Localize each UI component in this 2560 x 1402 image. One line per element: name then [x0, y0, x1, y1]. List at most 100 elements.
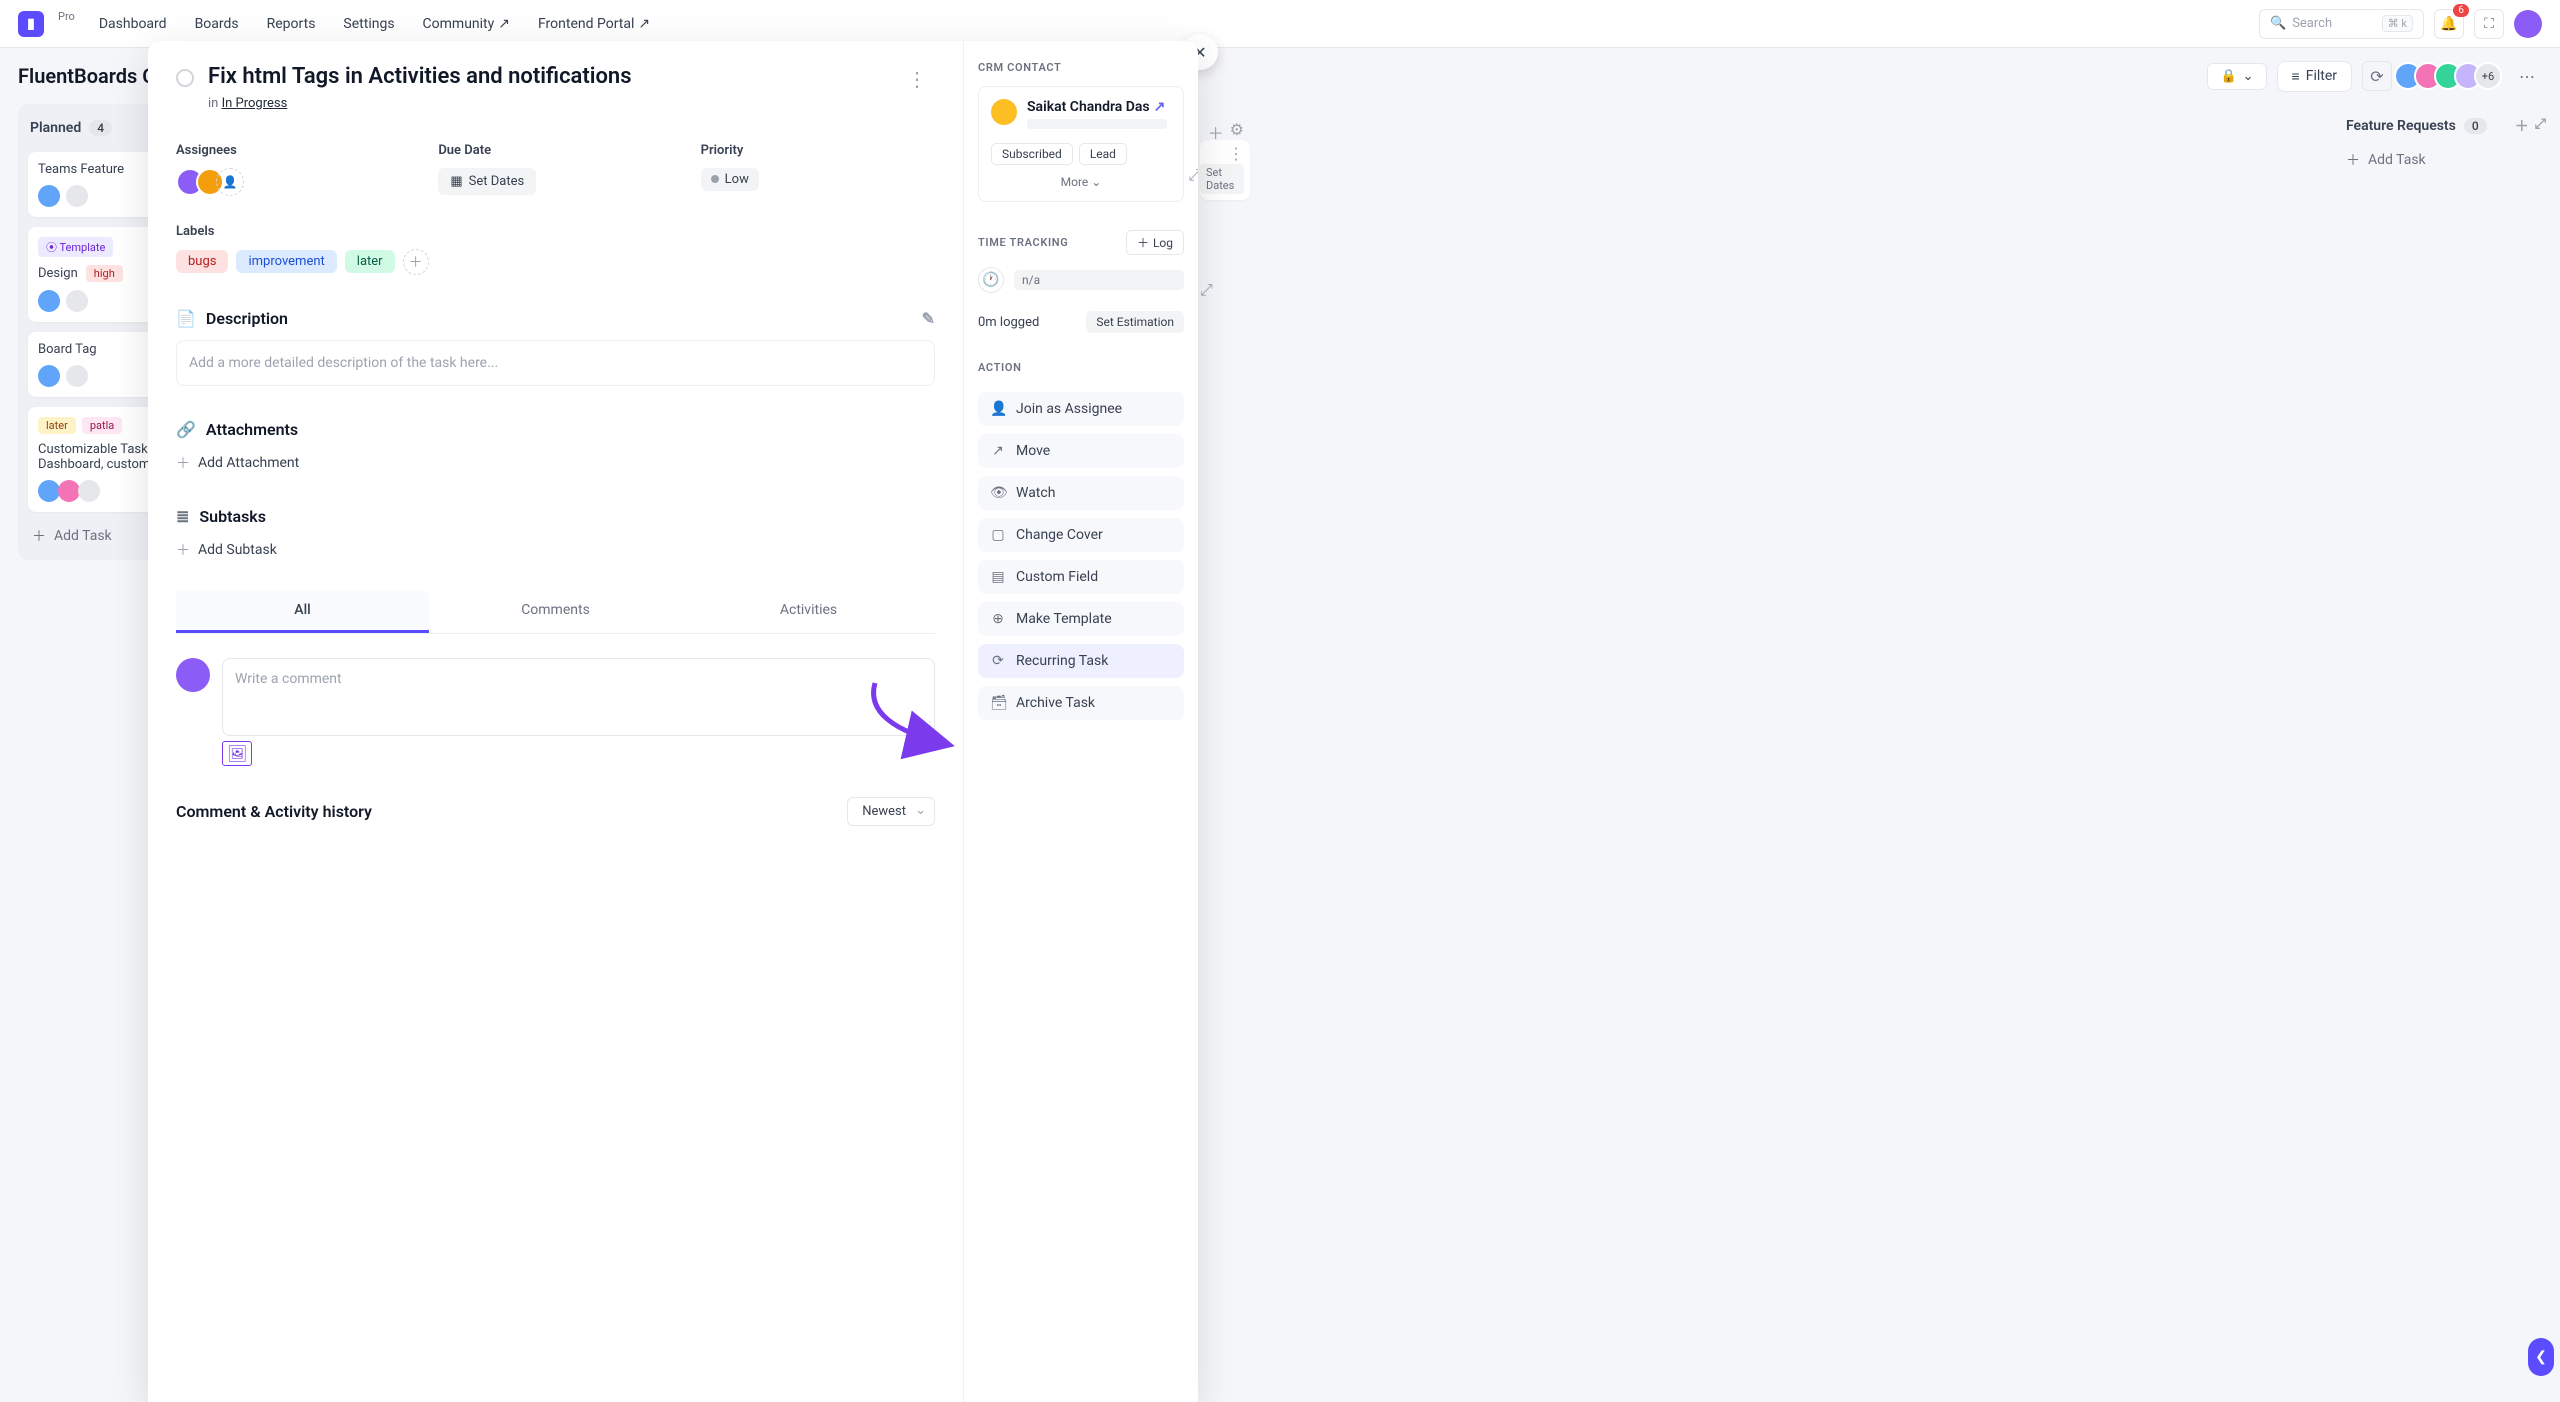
tab-all[interactable]: All [176, 590, 429, 633]
app-logo[interactable]: ▮ [18, 11, 44, 37]
more-menu-icon[interactable]: ⋯ [2512, 61, 2542, 91]
user-avatar[interactable] [2514, 10, 2542, 38]
add-subtask-button[interactable]: ＋Add Subtask [176, 540, 935, 560]
assignee-picker[interactable]: 👤 [176, 168, 410, 196]
nav-boards[interactable]: Boards [195, 16, 239, 32]
nav-community[interactable]: Community↗ [423, 16, 510, 32]
lock-icon: 🔒 [2220, 69, 2236, 84]
labels-label: Labels [176, 224, 935, 239]
refresh-icon[interactable]: ⟳ [2362, 61, 2392, 91]
tab-comments[interactable]: Comments [429, 590, 682, 633]
assignee-avatar [38, 365, 60, 387]
archive-icon: 🗃 [990, 695, 1006, 711]
search-placeholder: Search [2292, 16, 2332, 31]
help-fab[interactable]: ❮ [2528, 1338, 2554, 1376]
external-link-icon: ↗ [638, 16, 650, 32]
history-sort-select[interactable]: Newest [847, 797, 935, 826]
set-dates-mini[interactable]: Set Dates [1200, 164, 1244, 194]
column-count: 0 [2464, 118, 2487, 134]
board-visibility[interactable]: 🔒⌄ [2207, 63, 2266, 90]
image-icon: ▢ [990, 527, 1006, 543]
log-time-button[interactable]: ＋Log [1126, 230, 1184, 255]
edit-description-button[interactable]: ✎ [922, 309, 935, 328]
card-menu-icon[interactable]: ⋮ [1228, 144, 1244, 163]
member-stack[interactable]: +6 [2402, 62, 2502, 90]
card-title: Design [38, 266, 78, 281]
user-icon: 👤 [990, 401, 1006, 417]
action-custom-field[interactable]: ▤Custom Field [978, 560, 1184, 594]
help-icon: ❮ [2535, 1349, 2547, 1365]
description-input[interactable]: Add a more detailed description of the t… [176, 340, 935, 386]
assignee-avatar [66, 185, 88, 207]
action-change-cover[interactable]: ▢Change Cover [978, 518, 1184, 552]
action-watch[interactable]: 👁Watch [978, 476, 1184, 510]
add-assignee-button[interactable]: 👤 [216, 168, 244, 196]
action-make-template[interactable]: ⊕Make Template [978, 602, 1184, 636]
column-add-icon[interactable]: ＋ [2515, 116, 2529, 136]
task-more-menu[interactable]: ⋮ [899, 63, 935, 95]
assignee-avatar [38, 185, 60, 207]
subtasks-heading: Subtasks [199, 507, 266, 526]
contact-more-toggle[interactable]: More ⌄ [991, 175, 1171, 189]
eye-icon: 👁 [990, 485, 1006, 501]
search-input[interactable]: 🔍 Search ⌘ k [2259, 9, 2424, 39]
resize-handle-icon[interactable]: ⋰ [920, 719, 932, 733]
add-attachment-button[interactable]: ＋Add Attachment [176, 453, 935, 473]
in-label: in [208, 96, 218, 111]
expand-contact-icon[interactable]: ⤢ [1188, 165, 1198, 185]
plus-icon: ＋ [176, 453, 190, 473]
column-more-icon[interactable]: ⤢ [2535, 116, 2546, 136]
label-chip-later[interactable]: later [345, 250, 395, 273]
recurring-icon: ⟳ [990, 653, 1006, 669]
task-status-link[interactable]: In Progress [222, 96, 288, 111]
nav-settings[interactable]: Settings [343, 16, 394, 32]
contact-email-redacted [1027, 119, 1167, 129]
calendar-icon: ▦ [450, 174, 462, 189]
nav-reports[interactable]: Reports [267, 16, 316, 32]
set-dates-button[interactable]: ▦Set Dates [438, 168, 536, 195]
action-move[interactable]: ↗Move [978, 434, 1184, 468]
board-title: FluentBoards Ce [18, 64, 166, 88]
label-chip-improvement[interactable]: improvement [236, 250, 336, 273]
filter-button[interactable]: ≡Filter [2277, 61, 2352, 92]
label-chip-bugs[interactable]: bugs [176, 250, 228, 273]
external-link-icon[interactable]: ↗ [1154, 99, 1166, 115]
add-label-button[interactable]: ＋ [403, 249, 429, 275]
nav-dashboard[interactable]: Dashboard [99, 16, 167, 32]
action-join-assignee[interactable]: 👤Join as Assignee [978, 392, 1184, 426]
comment-input[interactable]: Write a comment ⋰ [222, 658, 935, 736]
time-value: n/a [1014, 270, 1184, 290]
image-upload-icon[interactable]: 🖼 [222, 741, 252, 766]
history-heading: Comment & Activity history [176, 802, 372, 821]
description-heading: Description [206, 309, 288, 328]
action-recurring-task[interactable]: ⟳Recurring Task [978, 644, 1184, 678]
plus-icon: ＋ [2346, 150, 2360, 170]
template-chip: ⦿ Template [38, 237, 113, 257]
add-task-button[interactable]: ＋Add Task [2346, 150, 2546, 170]
contact-name: Saikat Chandra Das [1027, 99, 1150, 115]
contact-avatar [991, 99, 1017, 125]
time-logged: 0m logged [978, 315, 1039, 330]
label-chip: patla [82, 417, 122, 434]
action-archive-task[interactable]: 🗃Archive Task [978, 686, 1184, 720]
complete-toggle[interactable] [176, 69, 194, 87]
attachment-icon: 🔗 [176, 420, 196, 439]
label-chip: later [38, 417, 76, 434]
notifications-button[interactable]: 🔔 6 [2434, 9, 2464, 39]
task-title[interactable]: Fix html Tags in Activities and notifica… [208, 63, 885, 92]
priority-picker[interactable]: Low [701, 168, 759, 191]
expand-icon[interactable]: ⛶ [2474, 9, 2504, 39]
nav-frontend-portal[interactable]: Frontend Portal↗ [538, 16, 650, 32]
description-icon: 📄 [176, 309, 196, 328]
assignee-avatar [58, 480, 80, 502]
task-modal: Fix html Tags in Activities and notifica… [148, 41, 1198, 1402]
comment-placeholder: Write a comment [235, 671, 342, 687]
attachments-heading: Attachments [206, 420, 298, 439]
tab-activities[interactable]: Activities [682, 590, 935, 633]
task-card[interactable]: ⋮ Set Dates [1200, 140, 1250, 200]
set-estimation-button[interactable]: Set Estimation [1086, 311, 1184, 333]
plus-icon: ＋ [1137, 234, 1149, 251]
lead-chip: Lead [1079, 143, 1127, 165]
expand-column-icon[interactable]: ⤢ [1200, 280, 1213, 299]
crm-contact-label: CRM CONTACT [978, 61, 1184, 74]
